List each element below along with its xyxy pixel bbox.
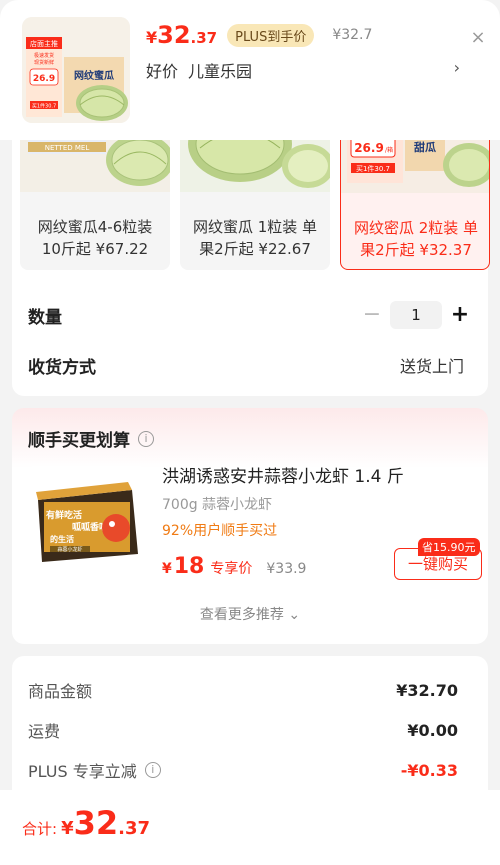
upsell-product-image[interactable]: 有鲜吃活 呱呱香味 的生活 蒜蓉小龙虾 [28,466,146,578]
promo-tags-row[interactable]: 好价 儿童乐园 › [146,58,462,82]
svg-text:甜瓜: 甜瓜 [414,140,436,154]
chevron-right-icon[interactable]: › [454,58,460,77]
thumb-banner-text: 店面主推 [30,39,58,48]
info-icon[interactable]: i [138,430,154,447]
svg-text:的生活: 的生活 [50,534,74,544]
upsell-product-spec: 700g 蒜蓉小龙虾 [162,497,273,513]
svg-text:蒜蓉小龙虾: 蒜蓉小龙虾 [57,546,82,553]
original-price: ¥32.7 [332,27,373,43]
info-icon[interactable]: i [144,762,161,778]
summary-row-goods-amount: 商品金额 ¥32.70 [28,680,458,702]
current-price: ¥32.37 [146,21,218,49]
svg-text:买1件30.7: 买1件30.7 [356,164,390,173]
close-button[interactable]: × [468,28,488,48]
upsell-card: 顺手买更划算 i 有鲜吃活 呱呱香味 的生活 蒜蓉小龙虾 洪湖诱惑安井蒜蓉小龙虾… [12,408,488,644]
svg-text:26.9: 26.9 [354,141,384,155]
product-thumbnail[interactable]: 店面主推 极速发货 现货新鲜 26.9 买1件30.7 网纹蜜瓜 [22,17,130,123]
quantity-input[interactable]: 1 [390,301,442,329]
variant-option-2-selected[interactable]: 26.9 /箱 买1件30.7 甜瓜 网纹密瓜 2粒装 单 果2斤起 ¥32.3… [340,120,490,270]
svg-text:有鲜吃活: 有鲜吃活 [46,509,82,521]
product-header: 店面主推 极速发货 现货新鲜 26.9 买1件30.7 网纹蜜瓜 ¥32.37 … [0,0,500,140]
quantity-stepper: − 1 + [360,301,472,329]
quantity-row: 数量 − 1 + [28,300,472,330]
upsell-title: 顺手买更划算 i [28,426,154,451]
decrement-button[interactable]: − [360,303,384,327]
upsell-original-price: ¥33.9 [266,561,307,577]
svg-text:极速发货: 极速发货 [34,52,54,59]
upsell-price-value: 18 [173,554,205,579]
view-more-recommendations-link[interactable]: 查看更多推荐 ⌄ [12,604,488,624]
total-label: 合计: [22,820,58,838]
summary-row-shipping-fee: 运费 ¥0.00 [28,720,458,742]
thumb-brand-text: 网纹蜜瓜 [74,69,114,82]
plus-price-badge: PLUS到手价 [227,23,315,47]
variant-option-4-6[interactable]: NETTED MEL 网纹蜜瓜4-6粒装 10斤起 ¥67.22 [20,120,170,270]
checkout-bar: 合计: ¥32.37 [0,790,500,865]
savings-badge: 省15.90元 [418,538,480,556]
summary-row-plus-discount: PLUS 专享立减 i -¥0.33 [28,760,458,782]
tag-good-price: 好价 [146,62,179,81]
variant-options: NETTED MEL 网纹蜜瓜4-6粒装 10斤起 ¥67.22 网纹蜜瓜 1粒… [20,120,490,272]
total-amount: 合计: ¥32.37 [22,804,151,842]
variant-label: 网纹蜜瓜4-6粒装 10斤起 ¥67.22 [37,218,153,258]
options-card: NETTED MEL 网纹蜜瓜4-6粒装 10斤起 ¥67.22 网纹蜜瓜 1粒… [12,120,490,396]
variant-option-1[interactable]: 网纹蜜瓜 1粒装 单 果2斤起 ¥22.67 [180,120,330,270]
svg-text:/箱: /箱 [385,146,393,154]
upsell-buy-stat: 92%用户顺手买过 [162,523,278,539]
quantity-label: 数量 [28,307,62,328]
upsell-price-tag: 专享价 [210,561,253,577]
shipping-label: 收货方式 [28,357,96,378]
thumb-price-text: 26.9 [33,74,55,84]
tag-kids-park: 儿童乐园 [188,62,253,81]
increment-button[interactable]: + [448,303,472,327]
shipping-row[interactable]: 收货方式 送货上门 [28,350,464,380]
product-thumbnail-art: 店面主推 极速发货 现货新鲜 26.9 买1件30.7 网纹蜜瓜 [22,17,130,123]
price-row: ¥32.37 PLUS到手价 ¥32.7 [146,20,372,50]
variant-label: 网纹密瓜 2粒装 单 果2斤起 ¥32.37 [353,219,479,259]
upsell-product-name[interactable]: 洪湖诱惑安井蒜蓉小龙虾 1.4 斤 [162,462,472,487]
variant-label: 网纹蜜瓜 1粒装 单 果2斤起 ¥22.67 [192,218,318,258]
upsell-price: ¥ 18 专享价 ¥33.9 [162,554,307,579]
shipping-method[interactable]: 送货上门 [400,353,464,377]
svg-text:买1件30.7: 买1件30.7 [32,103,56,110]
svg-text:NETTED MEL: NETTED MEL [45,144,90,152]
svg-text:现货新鲜: 现货新鲜 [34,59,54,66]
